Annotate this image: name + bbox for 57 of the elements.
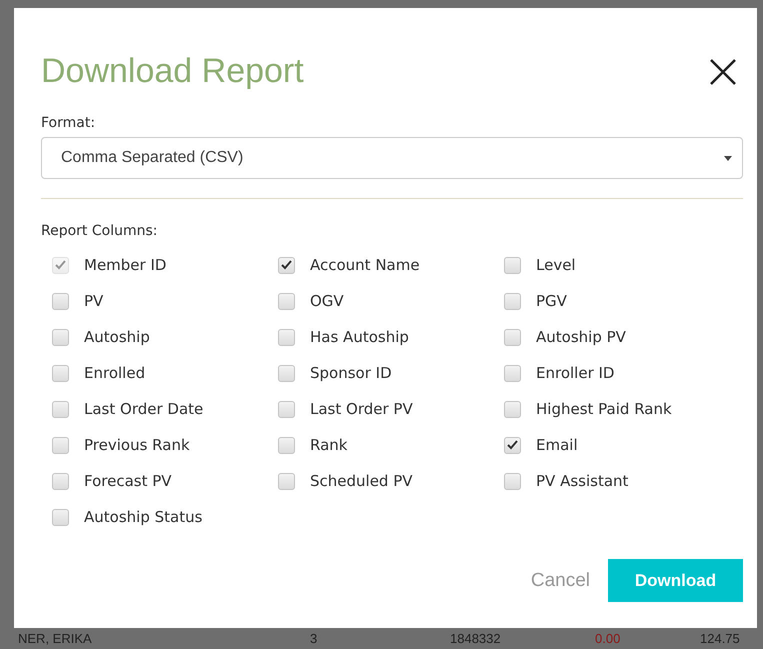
checkbox[interactable] (52, 328, 69, 346)
checkbox[interactable] (278, 400, 295, 418)
checkbox-label: PV (84, 292, 104, 310)
checkbox[interactable] (278, 472, 295, 490)
checkbox-label: Autoship (84, 328, 150, 346)
checkbox[interactable] (504, 472, 521, 490)
checkbox-label: Last Order Date (84, 400, 204, 418)
checkbox[interactable] (504, 292, 521, 310)
checkbox-label: PGV (536, 292, 567, 310)
checkbox[interactable] (504, 328, 521, 346)
checkbox[interactable] (278, 256, 295, 274)
checkbox-label: Previous Rank (84, 436, 190, 454)
table-cell-text: 3 (310, 631, 318, 646)
checkbox-label: Enroller ID (536, 364, 614, 382)
checkbox[interactable] (52, 508, 69, 526)
checkbox-label: Account Name (310, 256, 420, 274)
checkbox-label: Member ID (84, 256, 166, 274)
checkbox-label: PV Assistant (536, 472, 628, 490)
columns-label: Report Columns: (41, 223, 158, 239)
checkbox-label: Forecast PV (84, 472, 172, 490)
checkbox[interactable] (504, 256, 521, 274)
checkbox-label: Autoship PV (536, 328, 626, 346)
checkbox-label: Scheduled PV (310, 472, 413, 490)
checkbox[interactable] (278, 292, 295, 310)
close-button[interactable] (708, 56, 738, 86)
download-button[interactable]: Download (608, 559, 743, 602)
table-cell-text: 0.00 (595, 631, 622, 646)
format-label: Format: (41, 115, 96, 131)
close-icon (708, 56, 738, 86)
table-cell-text: NER, ERIKA (17, 631, 93, 646)
checkbox[interactable] (278, 328, 295, 346)
checkbox[interactable] (504, 436, 521, 454)
checkbox[interactable] (52, 436, 69, 454)
checkbox[interactable] (52, 364, 69, 382)
checkbox-label: OGV (310, 292, 344, 310)
checkbox-label: Last Order PV (310, 400, 413, 418)
checkbox-label: Sponsor ID (310, 364, 392, 382)
checkbox[interactable] (504, 364, 521, 382)
checkbox-label: Has Autoship (310, 328, 409, 346)
checkbox[interactable] (504, 400, 521, 418)
checkbox-label: Rank (310, 436, 348, 454)
checkbox[interactable] (52, 400, 69, 418)
checkbox[interactable] (278, 436, 295, 454)
checkbox-label: Autoship Status (84, 508, 202, 526)
checkbox-label: Enrolled (84, 364, 146, 382)
checkbox[interactable] (278, 364, 295, 382)
dialog-title: Download Report (41, 52, 304, 91)
checkbox-label: Email (536, 436, 578, 454)
format-dropdown[interactable]: Comma Separated (CSV) (41, 137, 743, 179)
caret-icon (724, 156, 732, 160)
checkbox-label: Level (536, 256, 576, 274)
cancel-button[interactable]: Cancel (526, 566, 594, 596)
checkbox[interactable] (52, 292, 69, 310)
checkbox-label: Highest Paid Rank (536, 400, 672, 418)
checkbox[interactable] (52, 472, 69, 490)
table-cell: 124.75 (700, 631, 740, 646)
table-cell-text: 1848332 (450, 631, 502, 646)
